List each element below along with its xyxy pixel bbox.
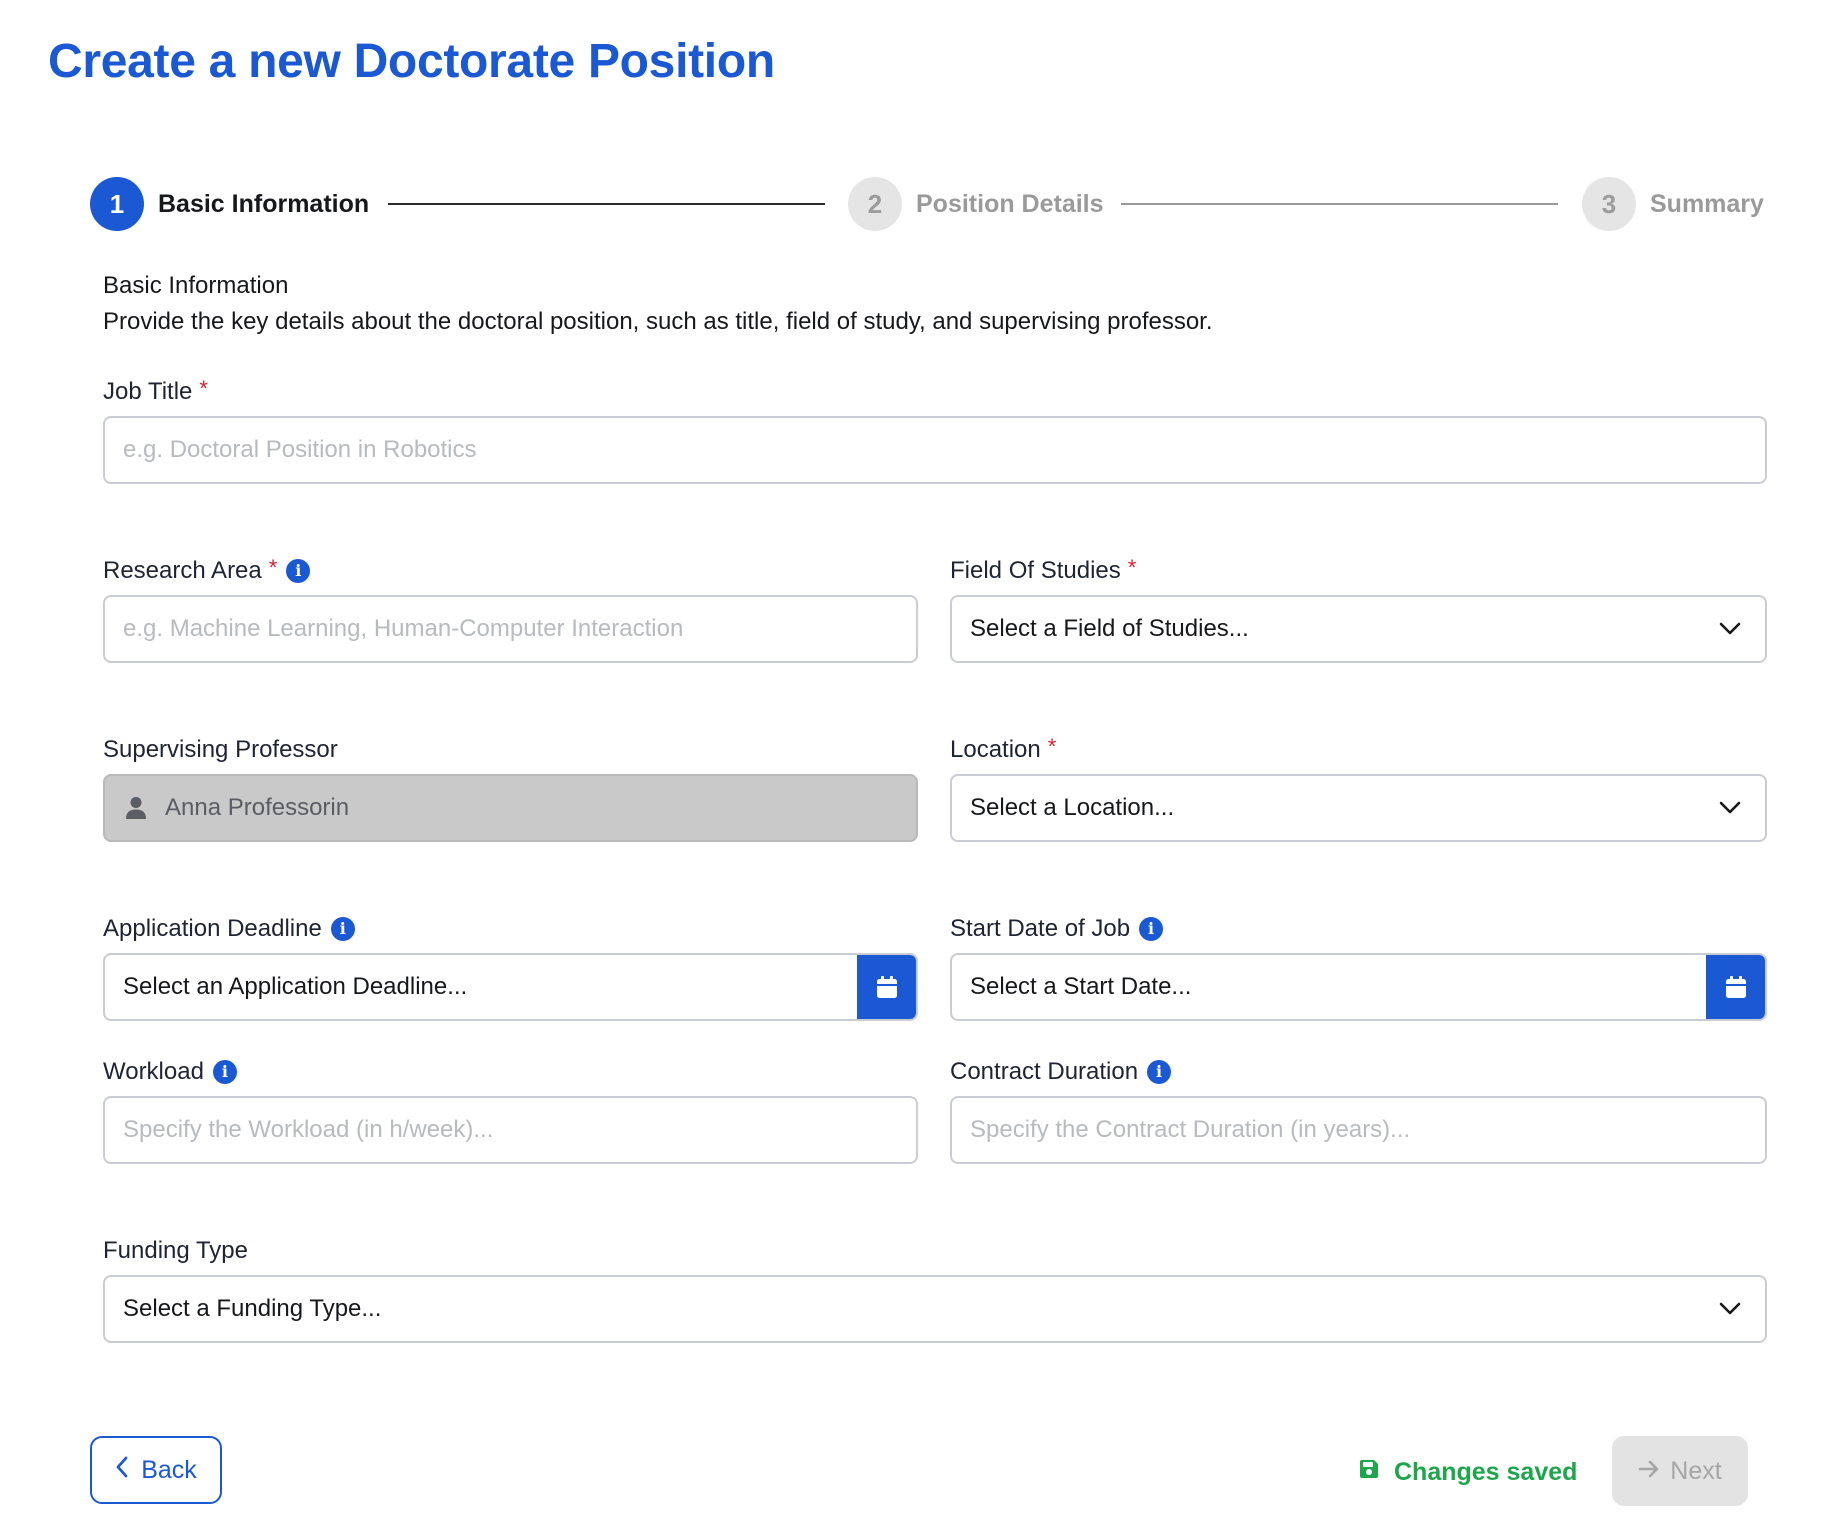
contract-duration-label-text: Contract Duration (950, 1058, 1139, 1085)
back-button-label: Back (141, 1455, 197, 1484)
field-of-studies-label: Field Of Studies * (950, 555, 1137, 585)
application-deadline-label: Application Deadline i (103, 915, 355, 943)
info-icon[interactable]: i (330, 917, 355, 941)
step-label: Summary (1650, 189, 1764, 218)
job-title-label: Job Title * (103, 376, 208, 406)
info-icon[interactable]: i (286, 559, 311, 583)
location-label-text: Location (950, 736, 1041, 763)
info-icon[interactable]: i (1147, 1060, 1172, 1084)
back-button[interactable]: Back (90, 1436, 222, 1504)
application-deadline-value: Select an Application Deadline... (123, 973, 468, 1000)
supervising-professor-value: Anna Professorin (165, 794, 350, 821)
page-title: Create a new Doctorate Position (48, 35, 775, 88)
section-heading: Basic Information (103, 272, 289, 299)
step-connector (1121, 203, 1558, 205)
contract-duration-input[interactable] (950, 1096, 1767, 1164)
step-summary[interactable]: 3 Summary (1582, 176, 1764, 232)
funding-type-label-text: Funding Type (103, 1237, 248, 1264)
workload-label-text: Workload (103, 1058, 204, 1085)
step-number: 1 (90, 177, 144, 231)
research-area-label: Research Area * i (103, 555, 311, 585)
field-of-studies-label-text: Field Of Studies (950, 557, 1121, 584)
next-button-label: Next (1670, 1456, 1722, 1485)
calendar-button[interactable] (857, 955, 916, 1019)
arrow-right-icon (1638, 1457, 1660, 1486)
save-icon (1358, 1458, 1380, 1487)
funding-type-label: Funding Type (103, 1237, 248, 1265)
research-area-label-text: Research Area (103, 557, 262, 584)
location-value: Select a Location... (970, 794, 1175, 821)
supervising-professor-field: Anna Professorin (103, 774, 918, 842)
research-area-input[interactable] (103, 595, 918, 663)
chevron-down-icon (1717, 1296, 1743, 1322)
application-deadline-label-text: Application Deadline (103, 915, 322, 942)
start-date-value: Select a Start Date... (970, 973, 1192, 1000)
info-icon[interactable]: i (212, 1060, 237, 1084)
stepper: 1 Basic Information 2 Position Details 3… (90, 176, 1774, 232)
step-label: Basic Information (158, 189, 370, 218)
required-marker: * (1047, 734, 1057, 759)
supervising-professor-label: Supervising Professor (103, 736, 338, 764)
section-description: Provide the key details about the doctor… (103, 308, 1213, 335)
start-date-label-text: Start Date of Job (950, 915, 1131, 942)
contract-duration-label: Contract Duration i (950, 1058, 1172, 1086)
save-status: Changes saved (1358, 1458, 1577, 1487)
start-date-picker[interactable]: Select a Start Date... (950, 953, 1767, 1021)
required-marker: * (1127, 555, 1137, 580)
calendar-button[interactable] (1706, 955, 1765, 1019)
step-connector (388, 203, 825, 205)
supervising-professor-label-text: Supervising Professor (103, 736, 338, 763)
required-marker: * (268, 555, 278, 580)
job-title-input[interactable] (103, 416, 1767, 484)
funding-type-select[interactable]: Select a Funding Type... (103, 1275, 1767, 1343)
chevron-left-icon (115, 1456, 129, 1485)
user-icon (123, 795, 149, 821)
workload-input[interactable] (103, 1096, 918, 1164)
step-number: 2 (848, 177, 902, 231)
field-of-studies-select[interactable]: Select a Field of Studies... (950, 595, 1767, 663)
required-marker: * (199, 376, 208, 401)
funding-type-value: Select a Funding Type... (123, 1295, 382, 1322)
location-select[interactable]: Select a Location... (950, 774, 1767, 842)
job-title-label-text: Job Title (103, 378, 193, 405)
workload-label: Workload i (103, 1058, 237, 1086)
field-of-studies-value: Select a Field of Studies... (970, 615, 1249, 642)
application-deadline-picker[interactable]: Select an Application Deadline... (103, 953, 918, 1021)
step-number: 3 (1582, 177, 1636, 231)
chevron-down-icon (1717, 616, 1743, 642)
step-basic-information[interactable]: 1 Basic Information (90, 176, 369, 232)
calendar-icon (1726, 976, 1746, 998)
start-date-label: Start Date of Job i (950, 915, 1164, 943)
step-position-details[interactable]: 2 Position Details (848, 176, 1104, 232)
chevron-down-icon (1717, 795, 1743, 821)
info-icon[interactable]: i (1139, 917, 1164, 941)
step-label: Position Details (916, 189, 1104, 218)
location-label: Location * (950, 734, 1057, 764)
save-status-text: Changes saved (1394, 1458, 1578, 1486)
calendar-icon (877, 976, 897, 998)
next-button[interactable]: Next (1612, 1436, 1748, 1506)
